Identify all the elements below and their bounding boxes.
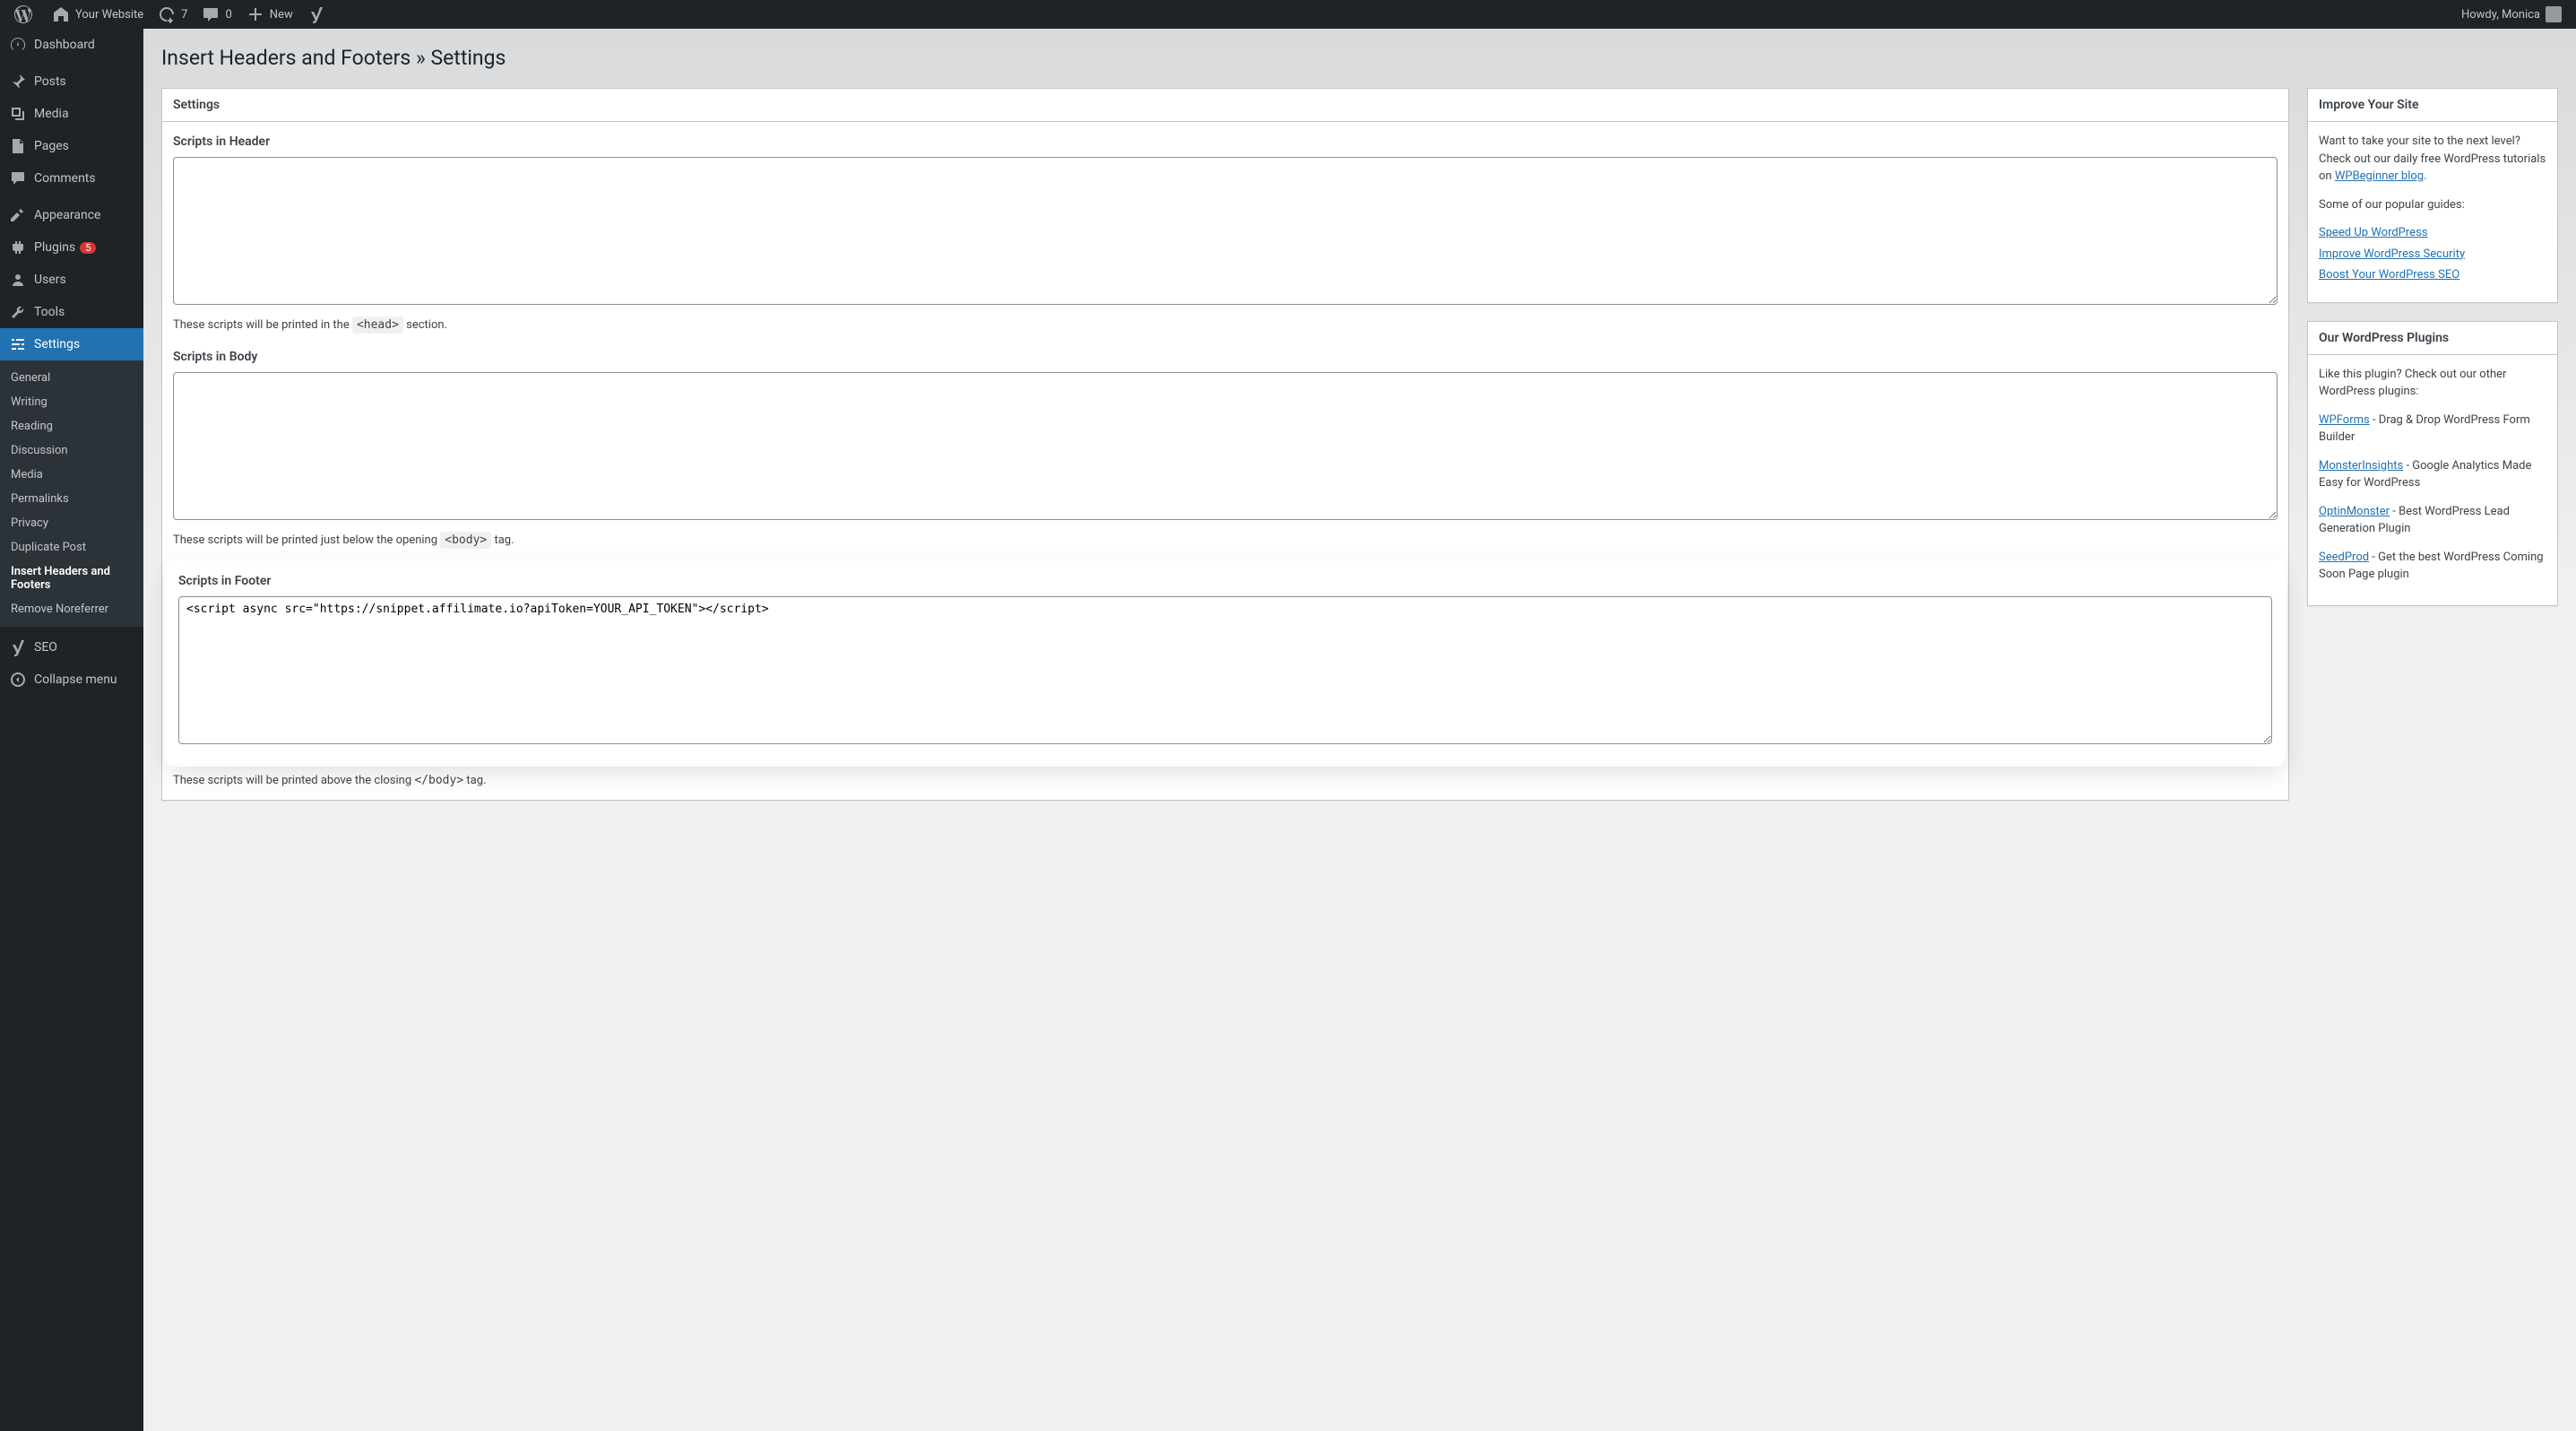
updates-link[interactable]: 7 <box>151 0 194 29</box>
home-icon <box>52 5 70 23</box>
sidebar-item-appearance[interactable]: Appearance <box>0 199 143 231</box>
submenu-duplicate-post[interactable]: Duplicate Post <box>0 535 143 559</box>
plugin-link-seedprod[interactable]: SeedProd <box>2319 551 2369 564</box>
plugin-monsterinsights: MonsterInsights - Google Analytics Made … <box>2319 457 2546 492</box>
yoast-icon <box>307 5 325 23</box>
updates-icon <box>158 5 176 23</box>
sidebar-item-seo[interactable]: SEO <box>0 631 143 663</box>
improve-heading: Improve Your Site <box>2308 89 2557 122</box>
submenu-writing[interactable]: Writing <box>0 390 143 414</box>
plugin-seedprod: SeedProd - Get the best WordPress Coming… <box>2319 549 2546 584</box>
plugin-icon <box>9 238 27 256</box>
tools-icon <box>9 303 27 321</box>
footer-desc: These scripts will be printed above the … <box>173 772 2278 790</box>
field-header: Scripts in Header These scripts will be … <box>173 133 2278 334</box>
comments-link[interactable]: 0 <box>194 0 238 29</box>
footer-label: Scripts in Footer <box>178 572 2272 591</box>
admin-sidebar: Dashboard Posts Media Pages Comments App… <box>0 29 143 1431</box>
comment-icon <box>202 5 220 23</box>
guide-link-security[interactable]: Improve WordPress Security <box>2319 247 2465 261</box>
wordpress-icon <box>14 5 32 23</box>
plugin-optinmonster: OptinMonster - Best WordPress Lead Gener… <box>2319 503 2546 538</box>
plus-icon <box>246 5 264 23</box>
page-icon <box>9 137 27 155</box>
appearance-icon <box>9 206 27 224</box>
field-footer: Scripts in Footer <box>178 572 2272 750</box>
sidebar-item-posts[interactable]: Posts <box>0 65 143 98</box>
field-body: Scripts in Body These scripts will be pr… <box>173 348 2278 549</box>
updates-count: 7 <box>181 8 187 22</box>
sidebar-item-pages[interactable]: Pages <box>0 130 143 162</box>
plugins-badge: 5 <box>80 242 96 254</box>
sidebar-item-dashboard[interactable]: Dashboard <box>0 29 143 61</box>
improve-intro: Want to take your site to the next level… <box>2319 133 2546 186</box>
plugin-wpforms: WPForms - Drag & Drop WordPress Form Bui… <box>2319 412 2546 447</box>
sidebar-item-plugins[interactable]: Plugins 5 <box>0 231 143 264</box>
plugins-box: Our WordPress Plugins Like this plugin? … <box>2307 321 2558 606</box>
header-textarea[interactable] <box>173 157 2278 305</box>
sidebar-item-collapse[interactable]: Collapse menu <box>0 663 143 696</box>
admin-bar: Your Website 7 0 New Howdy, Monica <box>0 0 2576 29</box>
sidebar-item-tools[interactable]: Tools <box>0 296 143 328</box>
body-textarea[interactable] <box>173 372 2278 520</box>
user-avatar <box>2546 6 2562 22</box>
footer-textarea[interactable] <box>178 596 2272 744</box>
howdy-link[interactable]: Howdy, Monica <box>2454 0 2569 29</box>
sidebar-item-users[interactable]: Users <box>0 264 143 296</box>
submenu-media[interactable]: Media <box>0 463 143 487</box>
new-link[interactable]: New <box>239 0 300 29</box>
header-desc: These scripts will be printed in the <he… <box>173 317 2278 334</box>
main-content: Insert Headers and Footers » Settings Se… <box>143 29 2576 1431</box>
plugin-link-optinmonster[interactable]: OptinMonster <box>2319 505 2390 518</box>
site-name-link[interactable]: Your Website <box>45 0 151 29</box>
popular-guides-label: Some of our popular guides: <box>2319 196 2546 214</box>
improve-box: Improve Your Site Want to take your site… <box>2307 88 2558 303</box>
submenu-discussion[interactable]: Discussion <box>0 438 143 463</box>
sidebar-item-media[interactable]: Media <box>0 98 143 130</box>
new-label: New <box>270 8 293 22</box>
wpbeginner-link[interactable]: WPBeginner blog <box>2335 169 2424 183</box>
submenu-remove-noreferrer[interactable]: Remove Noreferrer <box>0 597 143 621</box>
wordpress-logo[interactable] <box>7 0 45 29</box>
settings-box: Settings Scripts in Header These scripts… <box>161 88 2289 801</box>
sidebar-item-settings[interactable]: Settings <box>0 328 143 360</box>
submenu-reading[interactable]: Reading <box>0 414 143 438</box>
field-footer-highlight: Scripts in Footer <box>168 563 2283 763</box>
submenu-general[interactable]: General <box>0 366 143 390</box>
body-desc: These scripts will be printed just below… <box>173 532 2278 550</box>
plugins-intro: Like this plugin? Check out our other Wo… <box>2319 366 2546 401</box>
plugin-link-monsterinsights[interactable]: MonsterInsights <box>2319 459 2403 473</box>
pin-icon <box>9 73 27 91</box>
collapse-icon <box>9 671 27 689</box>
media-icon <box>9 105 27 123</box>
header-label: Scripts in Header <box>173 133 2278 152</box>
site-name: Your Website <box>75 8 143 22</box>
yoast-link[interactable] <box>300 0 338 29</box>
settings-icon <box>9 335 27 353</box>
comments-icon <box>9 169 27 187</box>
settings-submenu: General Writing Reading Discussion Media… <box>0 360 143 627</box>
howdy-text: Howdy, Monica <box>2461 8 2540 22</box>
plugin-link-wpforms[interactable]: WPForms <box>2319 413 2370 427</box>
submenu-privacy[interactable]: Privacy <box>0 511 143 535</box>
dashboard-icon <box>9 36 27 54</box>
body-label: Scripts in Body <box>173 348 2278 367</box>
seo-icon <box>9 638 27 656</box>
guide-link-seo[interactable]: Boost Your WordPress SEO <box>2319 268 2459 282</box>
plugins-heading: Our WordPress Plugins <box>2308 322 2557 355</box>
users-icon <box>9 271 27 289</box>
submenu-permalinks[interactable]: Permalinks <box>0 487 143 511</box>
page-title: Insert Headers and Footers » Settings <box>161 38 2558 88</box>
sidebar-item-comments[interactable]: Comments <box>0 162 143 195</box>
submenu-insert-headers-footers[interactable]: Insert Headers and Footers <box>0 559 143 597</box>
settings-heading: Settings <box>162 89 2288 122</box>
guide-link-speed[interactable]: Speed Up WordPress <box>2319 226 2427 239</box>
comments-count: 0 <box>225 8 231 22</box>
